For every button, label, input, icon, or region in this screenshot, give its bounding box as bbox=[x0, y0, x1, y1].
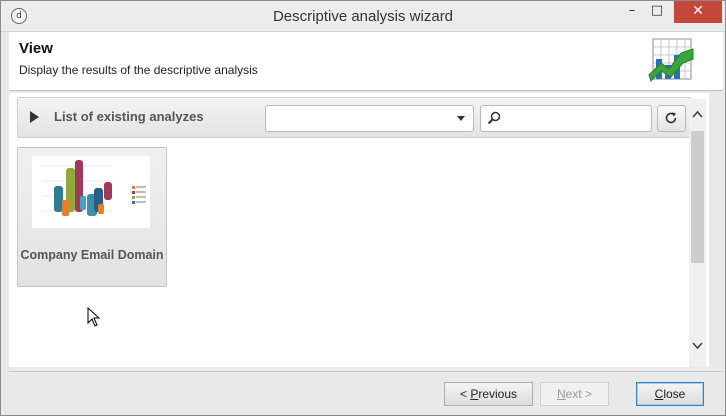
scroll-thumb[interactable] bbox=[691, 131, 704, 263]
search-icon bbox=[487, 111, 501, 125]
scroll-up-icon[interactable] bbox=[689, 107, 706, 123]
next-mnemonic: N bbox=[556, 387, 566, 401]
list-title: List of existing analyzes bbox=[54, 109, 204, 124]
wizard-window: d Descriptive analysis wizard – □ ✕ View… bbox=[0, 0, 726, 416]
wizard-header: View Display the results of the descript… bbox=[9, 32, 723, 91]
vertical-scrollbar[interactable] bbox=[689, 99, 706, 367]
analyses-panel: List of existing analyzes Company Email … bbox=[9, 93, 709, 367]
expand-triangle-icon[interactable] bbox=[30, 111, 39, 123]
previous-label: revious bbox=[478, 387, 518, 401]
close-button[interactable]: Close bbox=[636, 382, 704, 406]
analysis-card-label: Company Email Domain bbox=[20, 248, 164, 262]
maximize-button[interactable]: □ bbox=[642, 1, 672, 23]
refresh-icon bbox=[665, 112, 677, 124]
mouse-cursor-icon bbox=[87, 307, 101, 327]
filter-dropdown[interactable] bbox=[265, 105, 474, 132]
title-bar[interactable]: d Descriptive analysis wizard – □ ✕ bbox=[1, 1, 725, 32]
list-toolbar: List of existing analyzes bbox=[17, 97, 691, 138]
search-box[interactable] bbox=[480, 105, 652, 132]
wizard-footer: < Previous Next > Close bbox=[9, 371, 723, 415]
refresh-button[interactable] bbox=[657, 105, 686, 132]
next-button[interactable]: Next > bbox=[540, 382, 609, 406]
previous-button[interactable]: < Previous bbox=[444, 382, 533, 406]
chart-logo-icon bbox=[648, 38, 694, 82]
close-label: lose bbox=[663, 387, 686, 401]
analysis-card[interactable]: Company Email Domain bbox=[17, 147, 167, 287]
close-window-button[interactable]: ✕ bbox=[674, 1, 722, 23]
previous-prefix: < bbox=[459, 387, 471, 401]
search-input[interactable] bbox=[505, 109, 649, 128]
dropdown-arrow-icon bbox=[457, 116, 465, 121]
page-subtitle: Display the results of the descriptive a… bbox=[19, 63, 258, 77]
chart-thumbnail bbox=[32, 156, 150, 228]
page-title: View bbox=[19, 40, 53, 57]
next-label: ext > bbox=[565, 387, 593, 401]
scroll-down-icon[interactable] bbox=[689, 337, 706, 353]
